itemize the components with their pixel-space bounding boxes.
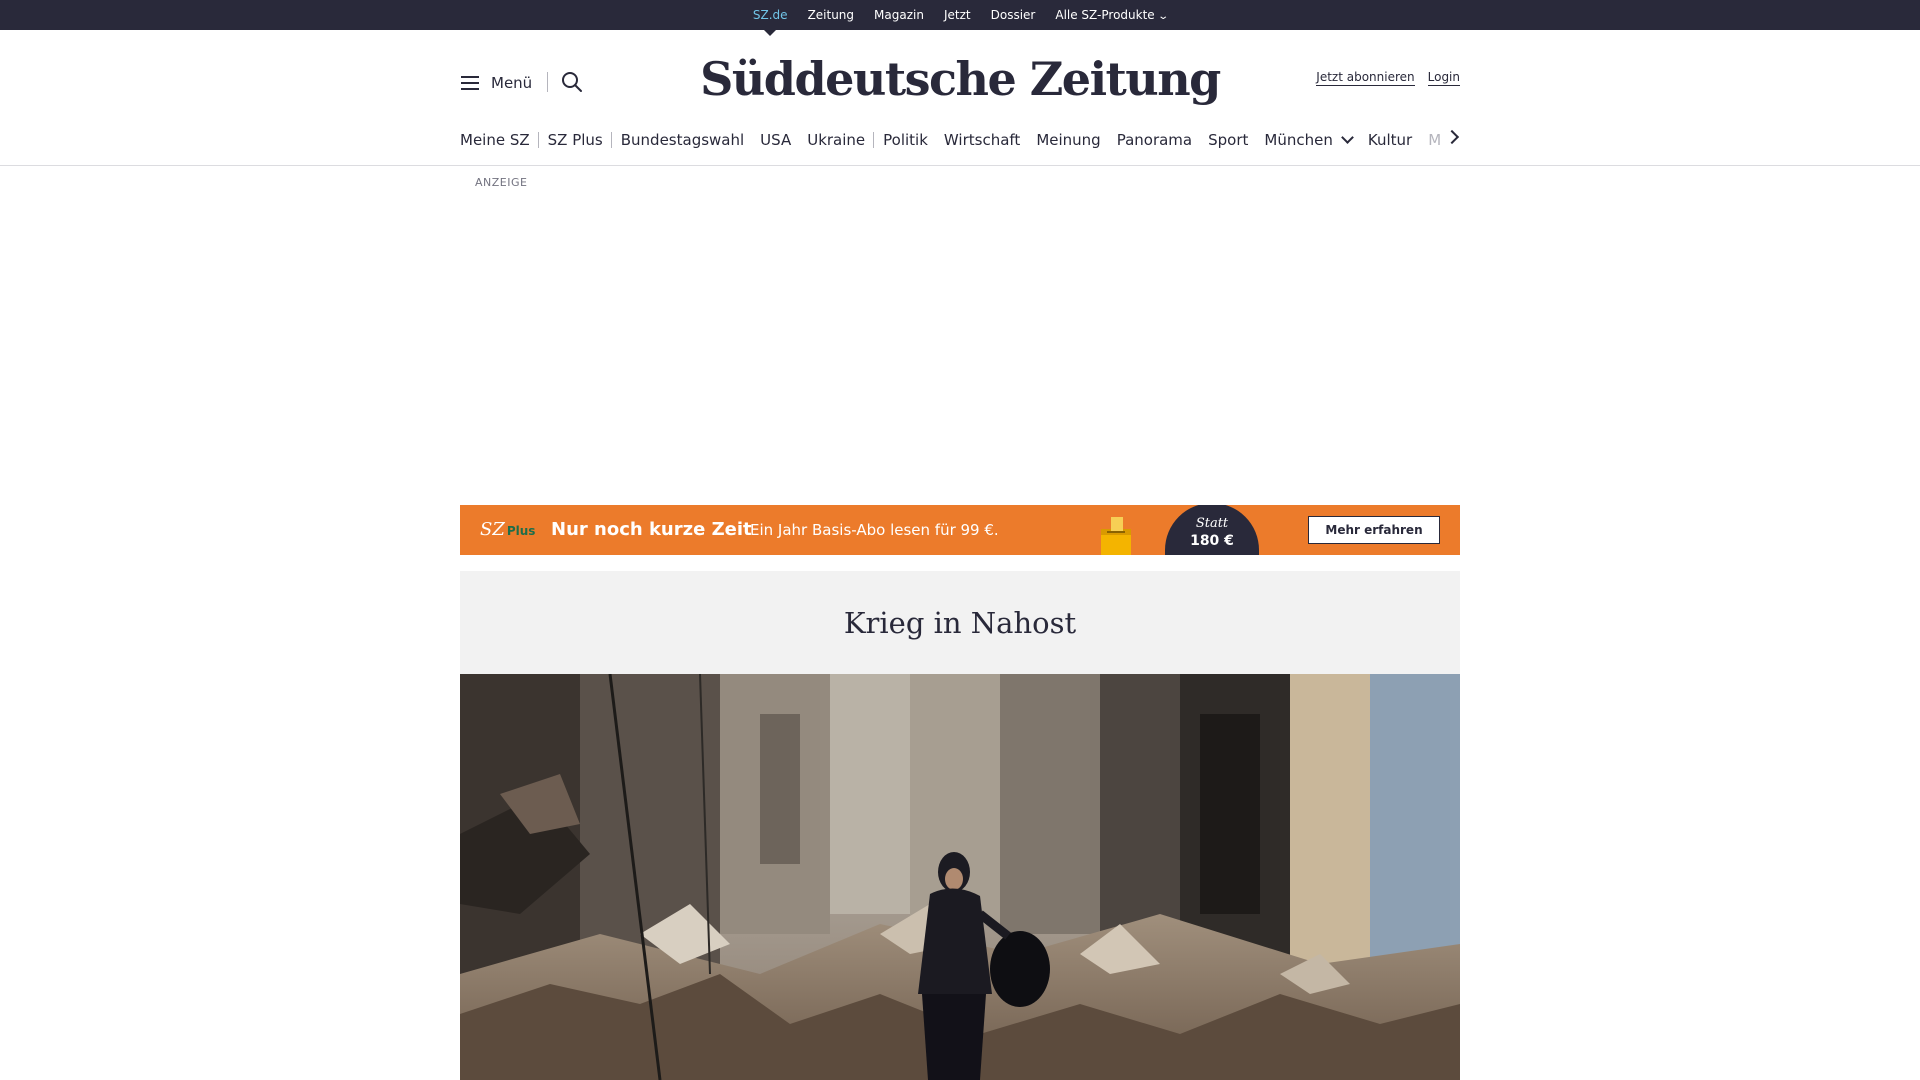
product-bar: SZ.de Zeitung Magazin Jetzt Dossier Alle… [0,0,1920,36]
ad-label: ANZEIGE [475,176,528,189]
nav-item-meinung[interactable]: Meinung [1036,131,1100,149]
account-links: Jetzt abonnieren Login [1316,70,1460,86]
sz-plus-logo: SZ Plus [480,519,535,540]
section-title[interactable]: Krieg in Nahost [844,606,1076,640]
chevron-down-icon [1340,131,1354,144]
menu-button[interactable]: Menü [461,70,532,96]
learn-more-button[interactable]: Mehr erfahren [1308,516,1440,544]
product-link-szde[interactable]: SZ.de [753,8,788,36]
nav-item-meine-sz[interactable]: Meine SZ [460,131,530,149]
nav-separator [873,132,875,148]
section-header: Krieg in Nahost [460,571,1460,674]
product-link-all-products[interactable]: Alle SZ-Produkte ⌄ [1055,8,1169,22]
nav-item-sz-plus[interactable]: SZ Plus [548,131,603,149]
nav-item-muenchen-label: München [1264,131,1333,149]
product-link-magazin[interactable]: Magazin [874,8,924,22]
section-nav: Meine SZ SZ Plus Bundestagswahl USA Ukra… [460,128,1460,152]
product-link-dossier[interactable]: Dossier [991,8,1036,22]
hero-photo [460,674,1460,1080]
nav-item-panorama[interactable]: Panorama [1117,131,1192,149]
menu-label: Menü [491,74,533,92]
header-divider [547,72,548,92]
nav-separator [610,132,612,148]
search-icon[interactable] [561,71,583,93]
price-value: 180 € [1190,533,1234,549]
nav-item-politik[interactable]: Politik [883,131,928,149]
nav-item-wirtschaft[interactable]: Wirtschaft [944,131,1020,149]
nav-item-more-truncated[interactable]: M [1428,131,1441,149]
promo-banner[interactable]: SZ Plus Nur noch kurze Zeit Ein Jahr Basi… [460,505,1460,555]
price-prefix: Statt [1195,516,1229,531]
nav-item-ukraine[interactable]: Ukraine [807,131,865,149]
ballot-box-icon [1101,517,1131,555]
header-divider-line [0,165,1920,166]
nav-item-bundestagswahl[interactable]: Bundestagswahl [621,131,744,149]
subscribe-link[interactable]: Jetzt abonnieren [1316,70,1415,86]
nav-item-sport[interactable]: Sport [1208,131,1248,149]
hero-image[interactable] [460,674,1460,1080]
product-link-jetzt[interactable]: Jetzt [944,8,971,22]
hamburger-icon [461,76,479,90]
nav-separator [537,132,539,148]
all-products-label: Alle SZ-Produkte [1055,8,1155,22]
sz-plus-logo-plus: Plus [506,524,536,538]
login-link[interactable]: Login [1427,70,1460,86]
promo-subline: Ein Jahr Basis-Abo lesen für 99 €. [750,521,999,539]
sz-plus-logo-sz: SZ [480,519,505,540]
promo-headline: Nur noch kurze Zeit [551,519,752,540]
nav-item-kultur[interactable]: Kultur [1368,131,1412,149]
site-logo[interactable]: Süddeutsche Zeitung [700,44,1221,114]
nav-item-muenchen[interactable]: München [1264,131,1354,149]
price-badge: Statt 180 € [1165,505,1259,555]
nav-item-usa[interactable]: USA [760,131,791,149]
product-link-zeitung[interactable]: Zeitung [808,8,854,22]
chevron-down-icon: ⌄ [1157,11,1169,22]
product-links: SZ.de Zeitung Magazin Jetzt Dossier Alle… [0,0,1920,36]
